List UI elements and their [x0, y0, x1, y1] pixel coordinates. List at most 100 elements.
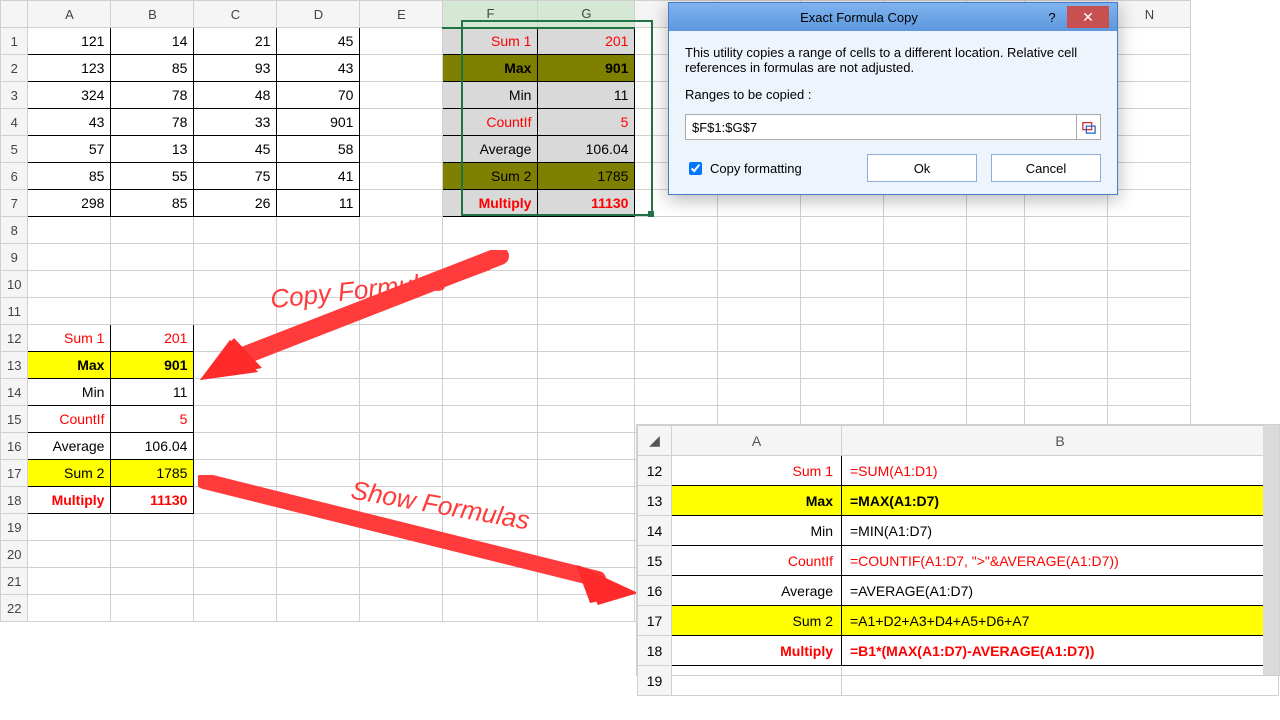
cell-F20[interactable] — [443, 541, 538, 568]
panel-cell-A12[interactable]: Sum 1 — [672, 456, 842, 486]
cell-N4[interactable] — [1108, 109, 1191, 136]
cell-K14[interactable] — [884, 379, 967, 406]
cell-E6[interactable] — [360, 163, 443, 190]
cell-G15[interactable] — [538, 406, 635, 433]
cell-I14[interactable] — [718, 379, 801, 406]
panel-cell-B16[interactable]: =AVERAGE(A1:D7) — [842, 576, 1279, 606]
cell-E22[interactable] — [360, 595, 443, 622]
cell-N11[interactable] — [1108, 298, 1191, 325]
cell-G11[interactable] — [538, 298, 635, 325]
cell-A8[interactable] — [28, 217, 111, 244]
cell-B5[interactable]: 13 — [111, 136, 194, 163]
cell-B22[interactable] — [111, 595, 194, 622]
col-header-N[interactable]: N — [1108, 1, 1191, 28]
cell-E8[interactable] — [360, 217, 443, 244]
cell-D19[interactable] — [277, 514, 360, 541]
cell-C11[interactable] — [194, 298, 277, 325]
cell-A21[interactable] — [28, 568, 111, 595]
panel-cell-B15[interactable]: =COUNTIF(A1:D7, ">"&AVERAGE(A1:D7)) — [842, 546, 1279, 576]
col-header-B[interactable]: B — [111, 1, 194, 28]
row-header-12[interactable]: 12 — [1, 325, 28, 352]
cell-C2[interactable]: 93 — [194, 55, 277, 82]
panel-cell-B14[interactable]: =MIN(A1:D7) — [842, 516, 1279, 546]
cell-B6[interactable]: 55 — [111, 163, 194, 190]
cell-F13[interactable] — [443, 352, 538, 379]
row-header-4[interactable]: 4 — [1, 109, 28, 136]
cell-K13[interactable] — [884, 352, 967, 379]
cell-B17[interactable]: 1785 — [111, 460, 194, 487]
cell-G10[interactable] — [538, 271, 635, 298]
cell-B2[interactable]: 85 — [111, 55, 194, 82]
copy-formatting-checkbox[interactable]: Copy formatting — [685, 159, 853, 178]
cell-C14[interactable] — [194, 379, 277, 406]
cell-E12[interactable] — [360, 325, 443, 352]
col-header-C[interactable]: C — [194, 1, 277, 28]
cell-E18[interactable] — [360, 487, 443, 514]
cell-G20[interactable] — [538, 541, 635, 568]
cell-F11[interactable] — [443, 298, 538, 325]
cell-F1[interactable]: Sum 1 — [443, 28, 538, 55]
cell-N14[interactable] — [1108, 379, 1191, 406]
cell-C17[interactable] — [194, 460, 277, 487]
cell-N10[interactable] — [1108, 271, 1191, 298]
cell-C22[interactable] — [194, 595, 277, 622]
cell-D17[interactable] — [277, 460, 360, 487]
cell-M14[interactable] — [1025, 379, 1108, 406]
col-header-D[interactable]: D — [277, 1, 360, 28]
cell-H14[interactable] — [635, 379, 718, 406]
cell-D18[interactable] — [277, 487, 360, 514]
formula-table[interactable]: ◢AB12Sum 1=SUM(A1:D1)13Max=MAX(A1:D7)14M… — [637, 425, 1279, 696]
cell-B7[interactable]: 85 — [111, 190, 194, 217]
cell-L8[interactable] — [967, 217, 1025, 244]
panel-row-14[interactable]: 14 — [638, 516, 672, 546]
cell-D13[interactable] — [277, 352, 360, 379]
cell-F5[interactable]: Average — [443, 136, 538, 163]
cell-F19[interactable] — [443, 514, 538, 541]
cell-E14[interactable] — [360, 379, 443, 406]
cell-L13[interactable] — [967, 352, 1025, 379]
panel-row-13[interactable]: 13 — [638, 486, 672, 516]
cell-B20[interactable] — [111, 541, 194, 568]
panel-cell-A17[interactable]: Sum 2 — [672, 606, 842, 636]
panel-cell-A19[interactable] — [672, 666, 842, 696]
cell-N6[interactable] — [1108, 163, 1191, 190]
cell-D1[interactable]: 45 — [277, 28, 360, 55]
col-header-G[interactable]: G — [538, 1, 635, 28]
cell-C20[interactable] — [194, 541, 277, 568]
row-header-17[interactable]: 17 — [1, 460, 28, 487]
ok-button[interactable]: Ok — [867, 154, 977, 182]
row-header-8[interactable]: 8 — [1, 217, 28, 244]
cell-A11[interactable] — [28, 298, 111, 325]
panel-cell-B17[interactable]: =A1+D2+A3+D4+A5+D6+A7 — [842, 606, 1279, 636]
cell-G6[interactable]: 1785 — [538, 163, 635, 190]
cell-L9[interactable] — [967, 244, 1025, 271]
cell-B15[interactable]: 5 — [111, 406, 194, 433]
cell-B10[interactable] — [111, 271, 194, 298]
cell-E2[interactable] — [360, 55, 443, 82]
cell-M8[interactable] — [1025, 217, 1108, 244]
cell-D14[interactable] — [277, 379, 360, 406]
cell-A9[interactable] — [28, 244, 111, 271]
panel-col-A[interactable]: A — [672, 426, 842, 456]
cell-K12[interactable] — [884, 325, 967, 352]
cell-L12[interactable] — [967, 325, 1025, 352]
cell-F16[interactable] — [443, 433, 538, 460]
cell-G22[interactable] — [538, 595, 635, 622]
cell-D5[interactable]: 58 — [277, 136, 360, 163]
cell-J11[interactable] — [801, 298, 884, 325]
panel-cell-B18[interactable]: =B1*(MAX(A1:D7)-AVERAGE(A1:D7)) — [842, 636, 1279, 666]
cell-F12[interactable] — [443, 325, 538, 352]
cell-F10[interactable] — [443, 271, 538, 298]
cell-B12[interactable]: 201 — [111, 325, 194, 352]
cell-N9[interactable] — [1108, 244, 1191, 271]
cell-M10[interactable] — [1025, 271, 1108, 298]
panel-cell-A13[interactable]: Max — [672, 486, 842, 516]
panel-cell-A18[interactable]: Multiply — [672, 636, 842, 666]
cell-K10[interactable] — [884, 271, 967, 298]
cell-D11[interactable] — [277, 298, 360, 325]
cell-A18[interactable]: Multiply — [28, 487, 111, 514]
cell-E9[interactable] — [360, 244, 443, 271]
cell-B4[interactable]: 78 — [111, 109, 194, 136]
panel-row-15[interactable]: 15 — [638, 546, 672, 576]
cell-F8[interactable] — [443, 217, 538, 244]
